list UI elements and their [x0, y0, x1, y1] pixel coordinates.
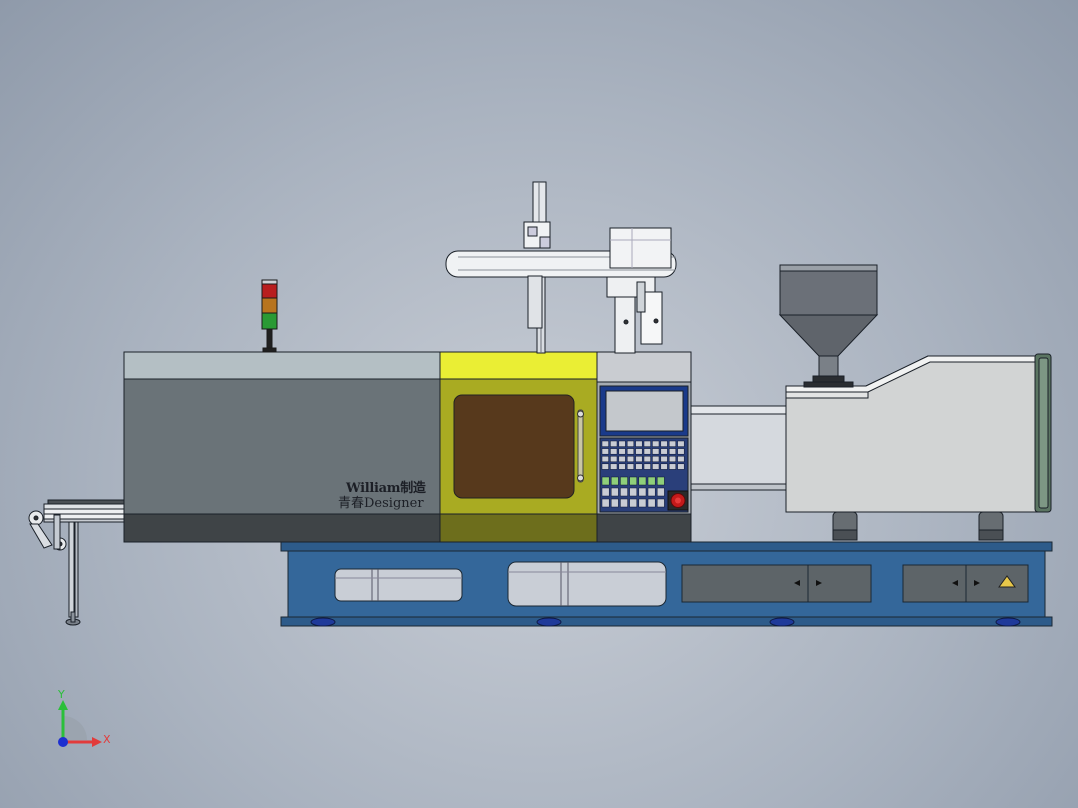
barrel-shroud: [690, 405, 787, 491]
keypad-key: [677, 440, 685, 447]
keypad-key: [601, 463, 609, 470]
keypad-key: [626, 455, 635, 463]
keypad-key: [620, 498, 628, 508]
keypad-key: [647, 476, 656, 486]
keypad-key: [601, 455, 609, 463]
keypad-key: [620, 476, 628, 486]
keypad-key: [643, 455, 651, 463]
brand-text-line2: 青春Designer: [338, 496, 424, 511]
keypad-key: [668, 463, 677, 470]
keypad-key: [638, 498, 647, 508]
keypad-key: [643, 440, 651, 447]
keypad-key: [660, 448, 668, 455]
keypad-key: [668, 448, 677, 455]
emergency-stop-button: [667, 490, 689, 511]
keypad-key: [601, 487, 610, 497]
keypad-key: [610, 440, 618, 447]
keypad-key: [635, 455, 643, 463]
keypad-key: [601, 440, 609, 447]
keypad-key: [652, 448, 660, 455]
keypad-key: [629, 487, 638, 497]
keypad-key: [618, 463, 626, 470]
keypad-key: [601, 498, 610, 508]
signal-light-green: [261, 312, 278, 330]
y-axis-label: Y: [58, 688, 65, 701]
keypad-key: [643, 448, 651, 455]
keypad-key: [656, 476, 665, 486]
conveyor: [28, 499, 127, 626]
keypad-key: [677, 455, 685, 463]
keypad-key: [660, 440, 668, 447]
keypad-key: [635, 463, 643, 470]
clamping-unit: [123, 351, 441, 543]
machine-base: [280, 541, 1053, 627]
keypad-key: [668, 455, 677, 463]
keypad-key: [660, 463, 668, 470]
base-cabinet-1: [681, 564, 872, 603]
keypad-key: [652, 455, 660, 463]
keypad-key: [610, 448, 618, 455]
hmi-screen: [605, 390, 684, 432]
keypad-key: [660, 455, 668, 463]
keypad-key: [656, 498, 665, 508]
keypad-key: [610, 487, 619, 497]
keypad-key: [610, 498, 619, 508]
x-axis-label: X: [103, 733, 111, 746]
signal-light-amber: [261, 297, 278, 314]
keypad-key: [626, 440, 635, 447]
keypad-key: [668, 440, 677, 447]
keypad-key: [635, 448, 643, 455]
keypad-key: [656, 487, 665, 497]
keypad-key: [620, 487, 628, 497]
keypad-key: [635, 440, 643, 447]
keypad-key: [677, 463, 685, 470]
keypad-key: [618, 455, 626, 463]
keypad-key: [601, 448, 609, 455]
keypad-key: [610, 463, 618, 470]
keypad-key: [652, 440, 660, 447]
material-hopper: [778, 264, 879, 388]
y-axis-arrow-icon: [58, 700, 68, 710]
base-cabinet-2: [902, 564, 1029, 603]
keypad-key: [647, 498, 656, 508]
keypad-key: [618, 440, 626, 447]
keypad-key: [610, 455, 618, 463]
keypad-key: [626, 463, 635, 470]
keypad-key: [638, 487, 647, 497]
x-axis-arrow-icon: [92, 737, 102, 747]
keypad-key: [610, 476, 619, 486]
signal-tower: [261, 279, 278, 353]
keypad-key: [638, 476, 647, 486]
take-out-robot: [445, 181, 677, 354]
keypad-key: [629, 476, 638, 486]
safety-guard-door: [439, 351, 599, 543]
keypad-key: [618, 448, 626, 455]
injection-molding-machine-drawing: [28, 181, 1053, 627]
control-panel: [596, 351, 692, 543]
signal-light-red: [261, 283, 278, 299]
cad-viewport[interactable]: William制造 青春Designer X Y: [0, 0, 1078, 808]
keypad-key: [647, 487, 656, 497]
keypad-key: [643, 463, 651, 470]
keypad-key: [677, 448, 685, 455]
keypad-key: [626, 448, 635, 455]
keypad-key: [629, 498, 638, 508]
keypad-key: [652, 463, 660, 470]
keypad-key: [601, 476, 610, 486]
